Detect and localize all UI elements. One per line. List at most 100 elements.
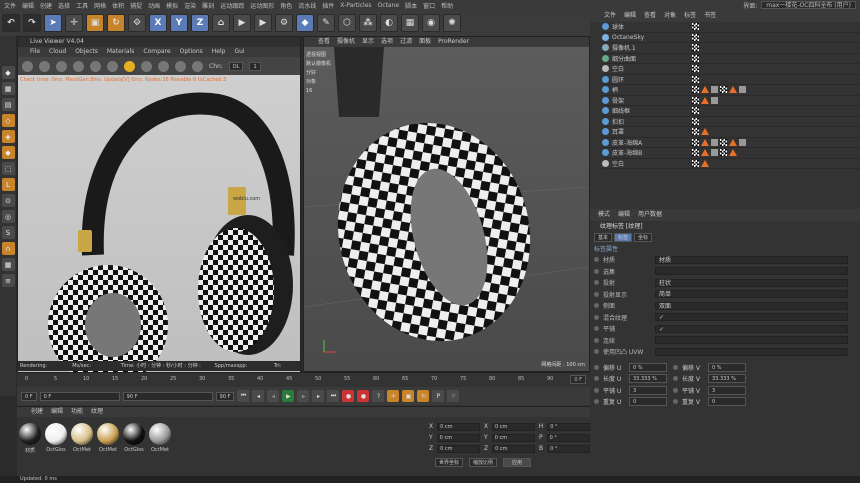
tag-icon[interactable]: [701, 128, 709, 136]
camera-icon[interactable]: ◉: [422, 14, 440, 32]
key-scale-icon[interactable]: ▣: [402, 390, 415, 402]
mat-menu-item[interactable]: 编辑: [51, 407, 63, 417]
uv-dot[interactable]: [673, 387, 678, 393]
render-settings-icon[interactable]: ⚙: [275, 14, 293, 32]
tag-icon[interactable]: [692, 86, 699, 94]
object-row[interactable]: 骨架: [602, 96, 860, 106]
floor-icon[interactable]: ▦: [401, 14, 419, 32]
menu-item[interactable]: 流水线: [298, 1, 316, 10]
pen-icon[interactable]: ✎: [317, 14, 335, 32]
move-icon[interactable]: ✛: [65, 14, 83, 32]
layout-selector[interactable]: 界面: max一楼花-OC四科全布 (用户): [743, 1, 860, 10]
attr-value[interactable]: ✓: [655, 313, 848, 322]
next-key-icon[interactable]: ▸: [312, 390, 325, 402]
uv-dot[interactable]: [594, 387, 599, 393]
object-name[interactable]: 骨架: [612, 96, 682, 105]
menu-item[interactable]: 动画: [148, 1, 160, 10]
tag-icon[interactable]: [692, 33, 699, 41]
undo-icon[interactable]: ↶: [2, 14, 20, 32]
vp-menu-item[interactable]: 查看: [318, 37, 330, 47]
goto-start-icon[interactable]: ⏮: [237, 390, 250, 402]
menu-item[interactable]: 渲染: [184, 1, 196, 10]
polygons-mode-icon[interactable]: ◆: [1, 146, 15, 159]
attr-value[interactable]: 双面: [655, 301, 848, 310]
frame-end[interactable]: 90 F: [122, 391, 213, 401]
stop-icon[interactable]: [73, 60, 84, 72]
lv-menu-item[interactable]: Materials: [107, 47, 135, 57]
vp-menu-item[interactable]: 过滤: [400, 37, 412, 47]
object-row[interactable]: 皮革-海绵A: [602, 138, 860, 148]
coord-value[interactable]: 0 °: [547, 422, 591, 431]
tag-icon[interactable]: [729, 138, 737, 146]
model-mode-icon[interactable]: ◆: [1, 66, 15, 79]
vp-menu-item[interactable]: 摄像机: [337, 37, 355, 47]
object-row[interactable]: 扣扣: [602, 117, 860, 127]
key-select-icon[interactable]: ?: [372, 390, 385, 402]
array-icon[interactable]: ⁂: [359, 14, 377, 32]
menu-item[interactable]: 捕捉: [130, 1, 142, 10]
tag-icon[interactable]: [701, 138, 709, 146]
object-row[interactable]: 柄: [602, 85, 860, 96]
object-row[interactable]: OctaneSky: [602, 33, 860, 43]
uv-value[interactable]: 0: [629, 397, 667, 407]
menu-item[interactable]: 角色: [280, 1, 292, 10]
render-icon[interactable]: ▶: [254, 14, 272, 32]
object-name[interactable]: 圆环: [612, 75, 682, 84]
object-name[interactable]: OctaneSky: [612, 34, 682, 41]
tag-icon[interactable]: [692, 65, 699, 73]
object-row[interactable]: 球体: [602, 22, 860, 33]
record-icon[interactable]: ●: [342, 390, 355, 402]
material-item[interactable]: OctMet: [149, 423, 171, 454]
tag-icon[interactable]: [692, 117, 699, 125]
tag-icon[interactable]: [739, 86, 746, 94]
select-icon[interactable]: ➤: [44, 14, 62, 32]
attr-anim-dot[interactable]: [594, 257, 599, 263]
lv-menu-item[interactable]: Help: [212, 47, 226, 57]
object-name[interactable]: 扣扣: [612, 117, 682, 126]
s-icon[interactable]: S: [1, 226, 15, 239]
tag-icon[interactable]: [692, 96, 699, 104]
magnet-icon[interactable]: ∩: [1, 242, 15, 255]
lv-menu-item[interactable]: Compare: [143, 47, 170, 57]
attr-value[interactable]: 简单: [655, 290, 848, 299]
attr-anim-dot[interactable]: [594, 303, 599, 309]
object-name[interactable]: 柄: [612, 85, 682, 94]
vp-menu-item[interactable]: 选项: [381, 37, 393, 47]
render-canvas[interactable]: Check time: 0ms. MeshGen:8ms. Update[V] …: [18, 75, 300, 399]
object-row[interactable]: 空白: [602, 64, 860, 75]
object-name[interactable]: 耳罩: [612, 127, 682, 136]
tag-icon[interactable]: [720, 86, 727, 94]
tag-icon[interactable]: [692, 75, 699, 83]
axis-x-button[interactable]: X: [149, 14, 167, 32]
attr-value[interactable]: [655, 267, 848, 276]
attr-anim-dot[interactable]: [594, 326, 599, 332]
attr-anim-dot[interactable]: [594, 314, 599, 320]
redo-icon[interactable]: ↷: [23, 14, 41, 32]
object-row[interactable]: 圆环: [602, 75, 860, 85]
timeline-ruler[interactable]: 0 5 10 15 20 25 30 35 40 45 50 55 60 65 70 75 80 85 90 0 F: [17, 373, 590, 387]
tag-icon[interactable]: [701, 159, 709, 167]
subdivision-icon[interactable]: ⬡: [338, 14, 356, 32]
lv-menu-item[interactable]: Gui: [234, 47, 244, 57]
render-view-icon[interactable]: ▶: [233, 14, 251, 32]
tag-icon[interactable]: [692, 54, 699, 62]
pick-icon[interactable]: [175, 60, 186, 72]
tag-icon[interactable]: [720, 138, 727, 146]
om-menu-item[interactable]: 书签: [704, 10, 716, 22]
om-menu-item[interactable]: 编辑: [624, 10, 636, 22]
frame-start[interactable]: 0 F: [21, 391, 37, 401]
menu-item[interactable]: 网格: [94, 1, 106, 10]
om-menu-item[interactable]: 对象: [664, 10, 676, 22]
restart-icon[interactable]: [39, 60, 50, 72]
menu-item[interactable]: 窗口: [423, 1, 435, 10]
material-item[interactable]: OctGlos: [45, 423, 67, 454]
tag-icon[interactable]: [729, 149, 737, 157]
attr-menu-item[interactable]: 编辑: [618, 209, 630, 221]
uv-dot[interactable]: [673, 399, 678, 405]
frame-current[interactable]: 0 F: [39, 391, 120, 401]
attr-value[interactable]: [655, 336, 848, 345]
edges-mode-icon[interactable]: ◈: [1, 130, 15, 143]
attr-anim-dot[interactable]: [594, 291, 599, 297]
object-name[interactable]: 皮革-海绵A: [612, 138, 682, 147]
uv-value[interactable]: 3: [629, 385, 667, 395]
